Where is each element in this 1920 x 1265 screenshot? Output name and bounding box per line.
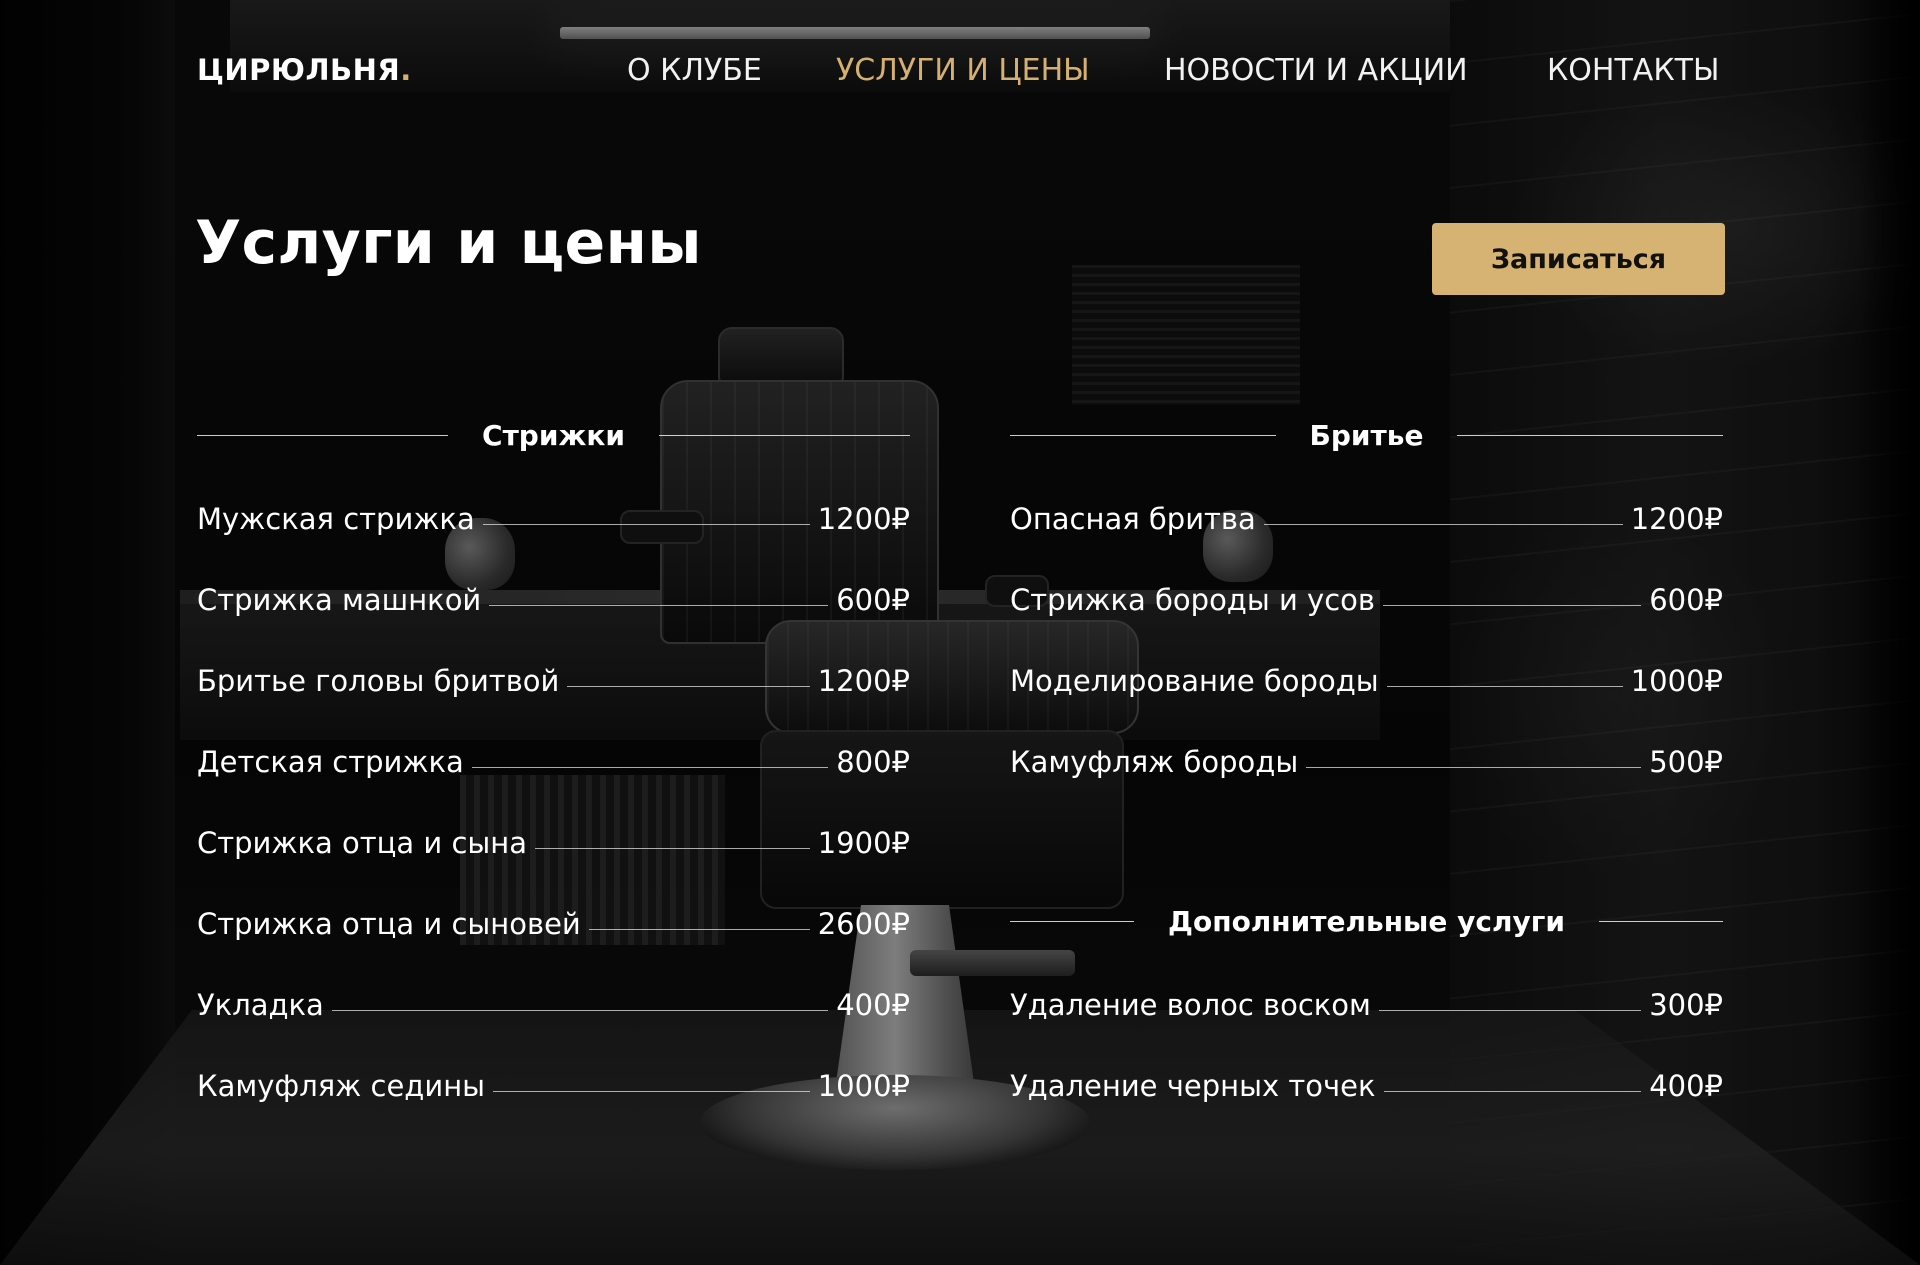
service-name: Стрижка отца и сыновей	[197, 907, 581, 941]
dot-leader	[489, 605, 829, 606]
dot-leader	[1382, 605, 1642, 606]
divider	[1457, 434, 1723, 436]
logo-text: ЦИРЮЛЬНЯ	[197, 53, 401, 87]
divider	[1010, 920, 1135, 922]
dot-leader	[1378, 1010, 1642, 1011]
price-row: Камуфляж бороды 500₽	[1010, 698, 1723, 779]
dot-leader	[1386, 686, 1623, 687]
service-price: 400₽	[1649, 1069, 1723, 1103]
service-name: Бритье головы бритвой	[197, 664, 560, 698]
section-header: Стрижки	[197, 415, 910, 455]
service-price: 500₽	[1649, 745, 1723, 779]
nav-link-news[interactable]: НОВОСТИ И АКЦИИ	[1164, 53, 1468, 88]
divider	[1010, 434, 1276, 436]
service-price: 400₽	[836, 988, 910, 1022]
service-name: Укладка	[197, 988, 324, 1022]
dot-leader	[331, 1010, 829, 1011]
section-haircuts: Стрижки Мужская стрижка 1200₽ Стрижка маш…	[197, 415, 910, 1103]
divider	[1598, 920, 1724, 922]
site-header: ЦИРЮЛЬНЯ. О КЛУБЕ УСЛУГИ И ЦЕНЫ НОВОСТИ …	[0, 0, 1920, 110]
dot-leader	[535, 848, 810, 849]
service-name: Стрижка машнкой	[197, 583, 482, 617]
dot-leader	[471, 767, 829, 768]
service-price: 600₽	[1649, 583, 1723, 617]
nav-link-about[interactable]: О КЛУБЕ	[627, 53, 762, 88]
service-name: Камуфляж бороды	[1010, 745, 1299, 779]
section-header: Дополнительные услуги	[1010, 901, 1724, 941]
dot-leader	[482, 524, 810, 525]
price-row: Удаление черных точек 400₽	[1010, 1022, 1723, 1103]
price-row: Стрижка отца и сыновей 2600₽	[197, 860, 910, 941]
logo-dot: .	[400, 53, 412, 87]
service-name: Стрижка отца и сына	[197, 826, 528, 860]
section-header: Бритье	[1010, 415, 1723, 455]
divider	[197, 434, 449, 436]
section-shaving: Бритье Опасная бритва 1200₽ Стрижка бород…	[1010, 415, 1723, 779]
price-row: Бритье головы бритвой 1200₽	[197, 617, 910, 698]
price-list: Удаление волос воском 300₽ Удаление черны…	[1010, 941, 1723, 1103]
book-button[interactable]: Записаться	[1432, 223, 1725, 295]
price-row: Моделирование бороды 1000₽	[1010, 617, 1723, 698]
section-extra: Дополнительные услуги Удаление волос вос…	[1010, 901, 1724, 1103]
section-title: Бритье	[1309, 418, 1424, 452]
logo[interactable]: ЦИРЮЛЬНЯ.	[197, 53, 412, 87]
service-name: Удаление волос воском	[1010, 988, 1371, 1022]
service-price: 1000₽	[817, 1069, 910, 1103]
price-row: Удаление волос воском 300₽	[1010, 941, 1723, 1022]
service-price: 1200₽	[1630, 502, 1723, 536]
service-name: Стрижка бороды и усов	[1010, 583, 1375, 617]
service-price: 1200₽	[817, 502, 910, 536]
service-name: Моделирование бороды	[1010, 664, 1379, 698]
nav-link-services[interactable]: УСЛУГИ И ЦЕНЫ	[836, 53, 1090, 88]
service-name: Мужская стрижка	[197, 502, 475, 536]
price-row: Камуфляж седины 1000₽	[197, 1022, 910, 1103]
service-price: 1900₽	[817, 826, 910, 860]
price-list: Мужская стрижка 1200₽ Стрижка машнкой 600₽…	[197, 455, 910, 1103]
service-price: 2600₽	[817, 907, 910, 941]
service-name: Удаление черных точек	[1010, 1069, 1376, 1103]
price-row: Детская стрижка 800₽	[197, 698, 910, 779]
service-price: 800₽	[836, 745, 910, 779]
dot-leader	[567, 686, 810, 687]
nav-link-contacts[interactable]: КОНТАКТЫ	[1547, 53, 1719, 88]
service-name: Детская стрижка	[197, 745, 464, 779]
section-title: Стрижки	[482, 418, 625, 452]
price-row: Укладка 400₽	[197, 941, 910, 1022]
page-title: Услуги и цены	[195, 208, 702, 278]
price-row: Стрижка машнкой 600₽	[197, 536, 910, 617]
dot-leader	[493, 1091, 810, 1092]
service-price: 1000₽	[1630, 664, 1723, 698]
service-price: 300₽	[1649, 988, 1723, 1022]
service-price: 1200₽	[817, 664, 910, 698]
dot-leader	[588, 929, 810, 930]
price-row: Мужская стрижка 1200₽	[197, 455, 910, 536]
section-title: Дополнительные услуги	[1168, 904, 1565, 938]
price-list: Опасная бритва 1200₽ Стрижка бороды и усо…	[1010, 455, 1723, 779]
price-row: Стрижка отца и сына 1900₽	[197, 779, 910, 860]
service-name: Камуфляж седины	[197, 1069, 486, 1103]
dot-leader	[1306, 767, 1642, 768]
service-price: 600₽	[836, 583, 910, 617]
divider	[658, 434, 910, 436]
dot-leader	[1383, 1091, 1642, 1092]
price-row: Опасная бритва 1200₽	[1010, 455, 1723, 536]
service-name: Опасная бритва	[1010, 502, 1256, 536]
dot-leader	[1263, 524, 1623, 525]
price-row: Стрижка бороды и усов 600₽	[1010, 536, 1723, 617]
